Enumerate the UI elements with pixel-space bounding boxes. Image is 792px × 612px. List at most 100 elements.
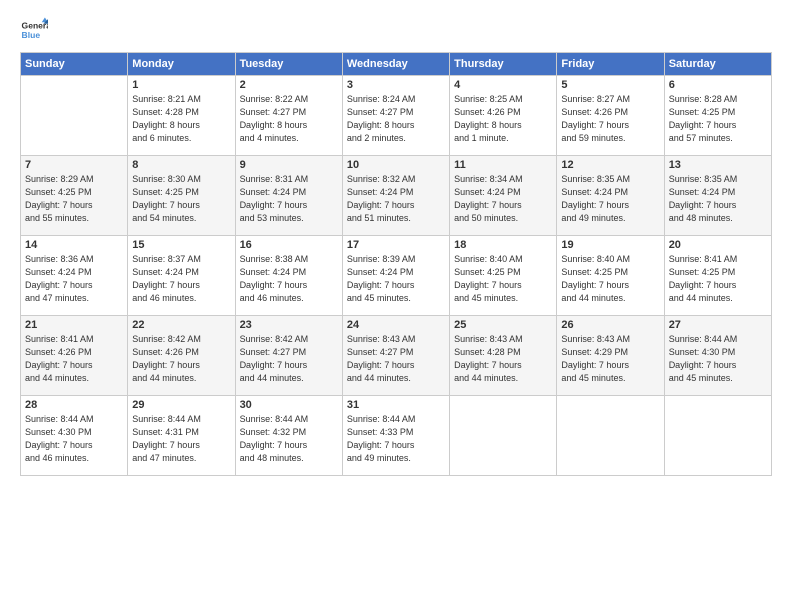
- day-cell: 2 Sunrise: 8:22 AM Sunset: 4:27 PM Daylig…: [235, 76, 342, 156]
- day-cell: 3Sunrise: 8:24 AM Sunset: 4:27 PM Daylig…: [342, 76, 449, 156]
- day-info: Sunrise: 8:35 AM Sunset: 4:24 PM Dayligh…: [561, 173, 659, 225]
- day-number: 27: [669, 319, 767, 331]
- day-cell: 21 Sunrise: 8:41 AM Sunset: 4:26 PM Dayli…: [21, 316, 128, 396]
- day-info: Sunrise: 8:24 AM Sunset: 4:27 PM Dayligh…: [347, 93, 445, 145]
- day-cell: 23Sunrise: 8:42 AM Sunset: 4:27 PM Dayli…: [235, 316, 342, 396]
- day-number: 4: [454, 79, 552, 91]
- day-cell: [664, 396, 771, 476]
- day-info: Sunrise: 8:34 AM Sunset: 4:24 PM Dayligh…: [454, 173, 552, 225]
- day-info: Sunrise: 8:40 AM Sunset: 4:25 PM Dayligh…: [454, 253, 552, 305]
- day-cell: 14Sunrise: 8:36 AM Sunset: 4:24 PM Dayli…: [21, 236, 128, 316]
- day-cell: 22 Sunrise: 8:42 AM Sunset: 4:26 PM Dayli…: [128, 316, 235, 396]
- day-cell: 7 Sunrise: 8:29 AM Sunset: 4:25 PM Daylig…: [21, 156, 128, 236]
- day-cell: 29 Sunrise: 8:44 AM Sunset: 4:31 PM Dayli…: [128, 396, 235, 476]
- week-row-2: 7 Sunrise: 8:29 AM Sunset: 4:25 PM Daylig…: [21, 156, 772, 236]
- day-info: Sunrise: 8:25 AM Sunset: 4:26 PM Dayligh…: [454, 93, 552, 145]
- day-cell: 8 Sunrise: 8:30 AM Sunset: 4:25 PM Daylig…: [128, 156, 235, 236]
- day-number: 18: [454, 239, 552, 251]
- day-number: 2: [240, 79, 338, 91]
- day-cell: 17 Sunrise: 8:39 AM Sunset: 4:24 PM Dayli…: [342, 236, 449, 316]
- col-header-saturday: Saturday: [664, 53, 771, 76]
- day-number: 22: [132, 319, 230, 331]
- col-header-wednesday: Wednesday: [342, 53, 449, 76]
- day-number: 12: [561, 159, 659, 171]
- day-info: Sunrise: 8:22 AM Sunset: 4:27 PM Dayligh…: [240, 93, 338, 145]
- day-info: Sunrise: 8:21 AM Sunset: 4:28 PM Dayligh…: [132, 93, 230, 145]
- day-cell: 20 Sunrise: 8:41 AM Sunset: 4:25 PM Dayli…: [664, 236, 771, 316]
- day-info: Sunrise: 8:28 AM Sunset: 4:25 PM Dayligh…: [669, 93, 767, 145]
- day-number: 15: [132, 239, 230, 251]
- col-header-tuesday: Tuesday: [235, 53, 342, 76]
- day-cell: 1 Sunrise: 8:21 AM Sunset: 4:28 PM Daylig…: [128, 76, 235, 156]
- day-cell: 13Sunrise: 8:35 AM Sunset: 4:24 PM Dayli…: [664, 156, 771, 236]
- day-info: Sunrise: 8:44 AM Sunset: 4:31 PM Dayligh…: [132, 413, 230, 465]
- day-info: Sunrise: 8:43 AM Sunset: 4:27 PM Dayligh…: [347, 333, 445, 385]
- logo: General Blue: [20, 16, 48, 44]
- day-number: 26: [561, 319, 659, 331]
- day-cell: 15 Sunrise: 8:37 AM Sunset: 4:24 PM Dayli…: [128, 236, 235, 316]
- day-cell: [21, 76, 128, 156]
- day-info: Sunrise: 8:36 AM Sunset: 4:24 PM Dayligh…: [25, 253, 123, 305]
- day-number: 10: [347, 159, 445, 171]
- day-cell: 27 Sunrise: 8:44 AM Sunset: 4:30 PM Dayli…: [664, 316, 771, 396]
- col-header-thursday: Thursday: [450, 53, 557, 76]
- svg-text:Blue: Blue: [22, 30, 41, 40]
- day-number: 1: [132, 79, 230, 91]
- day-cell: 16Sunrise: 8:38 AM Sunset: 4:24 PM Dayli…: [235, 236, 342, 316]
- col-header-sunday: Sunday: [21, 53, 128, 76]
- day-number: 24: [347, 319, 445, 331]
- day-info: Sunrise: 8:37 AM Sunset: 4:24 PM Dayligh…: [132, 253, 230, 305]
- day-cell: 18 Sunrise: 8:40 AM Sunset: 4:25 PM Dayli…: [450, 236, 557, 316]
- day-info: Sunrise: 8:40 AM Sunset: 4:25 PM Dayligh…: [561, 253, 659, 305]
- day-number: 28: [25, 399, 123, 411]
- day-number: 5: [561, 79, 659, 91]
- day-number: 13: [669, 159, 767, 171]
- day-cell: 28 Sunrise: 8:44 AM Sunset: 4:30 PM Dayli…: [21, 396, 128, 476]
- day-cell: [557, 396, 664, 476]
- day-info: Sunrise: 8:44 AM Sunset: 4:30 PM Dayligh…: [669, 333, 767, 385]
- day-cell: 30Sunrise: 8:44 AM Sunset: 4:32 PM Dayli…: [235, 396, 342, 476]
- day-info: Sunrise: 8:44 AM Sunset: 4:30 PM Dayligh…: [25, 413, 123, 465]
- day-info: Sunrise: 8:43 AM Sunset: 4:29 PM Dayligh…: [561, 333, 659, 385]
- day-info: Sunrise: 8:39 AM Sunset: 4:24 PM Dayligh…: [347, 253, 445, 305]
- day-number: 6: [669, 79, 767, 91]
- day-number: 7: [25, 159, 123, 171]
- day-info: Sunrise: 8:29 AM Sunset: 4:25 PM Dayligh…: [25, 173, 123, 225]
- week-row-5: 28 Sunrise: 8:44 AM Sunset: 4:30 PM Dayli…: [21, 396, 772, 476]
- col-header-monday: Monday: [128, 53, 235, 76]
- day-cell: [450, 396, 557, 476]
- day-cell: 24 Sunrise: 8:43 AM Sunset: 4:27 PM Dayli…: [342, 316, 449, 396]
- day-info: Sunrise: 8:31 AM Sunset: 4:24 PM Dayligh…: [240, 173, 338, 225]
- day-cell: 10Sunrise: 8:32 AM Sunset: 4:24 PM Dayli…: [342, 156, 449, 236]
- week-row-3: 14Sunrise: 8:36 AM Sunset: 4:24 PM Dayli…: [21, 236, 772, 316]
- day-cell: 9 Sunrise: 8:31 AM Sunset: 4:24 PM Daylig…: [235, 156, 342, 236]
- day-number: 25: [454, 319, 552, 331]
- day-info: Sunrise: 8:44 AM Sunset: 4:33 PM Dayligh…: [347, 413, 445, 465]
- day-info: Sunrise: 8:30 AM Sunset: 4:25 PM Dayligh…: [132, 173, 230, 225]
- header: General Blue: [20, 16, 772, 44]
- day-info: Sunrise: 8:41 AM Sunset: 4:26 PM Dayligh…: [25, 333, 123, 385]
- day-info: Sunrise: 8:42 AM Sunset: 4:26 PM Dayligh…: [132, 333, 230, 385]
- day-number: 17: [347, 239, 445, 251]
- day-number: 30: [240, 399, 338, 411]
- day-info: Sunrise: 8:43 AM Sunset: 4:28 PM Dayligh…: [454, 333, 552, 385]
- day-number: 8: [132, 159, 230, 171]
- day-number: 21: [25, 319, 123, 331]
- day-info: Sunrise: 8:42 AM Sunset: 4:27 PM Dayligh…: [240, 333, 338, 385]
- col-header-friday: Friday: [557, 53, 664, 76]
- day-info: Sunrise: 8:41 AM Sunset: 4:25 PM Dayligh…: [669, 253, 767, 305]
- day-cell: 6 Sunrise: 8:28 AM Sunset: 4:25 PM Daylig…: [664, 76, 771, 156]
- day-cell: 26 Sunrise: 8:43 AM Sunset: 4:29 PM Dayli…: [557, 316, 664, 396]
- day-number: 19: [561, 239, 659, 251]
- week-row-1: 1 Sunrise: 8:21 AM Sunset: 4:28 PM Daylig…: [21, 76, 772, 156]
- day-number: 31: [347, 399, 445, 411]
- page: General Blue SundayMondayTuesdayWednesda…: [0, 0, 792, 612]
- day-number: 29: [132, 399, 230, 411]
- day-cell: 11Sunrise: 8:34 AM Sunset: 4:24 PM Dayli…: [450, 156, 557, 236]
- logo-icon: General Blue: [20, 16, 48, 44]
- day-cell: 25 Sunrise: 8:43 AM Sunset: 4:28 PM Dayli…: [450, 316, 557, 396]
- day-cell: 4 Sunrise: 8:25 AM Sunset: 4:26 PM Daylig…: [450, 76, 557, 156]
- header-row: SundayMondayTuesdayWednesdayThursdayFrid…: [21, 53, 772, 76]
- day-number: 20: [669, 239, 767, 251]
- day-number: 9: [240, 159, 338, 171]
